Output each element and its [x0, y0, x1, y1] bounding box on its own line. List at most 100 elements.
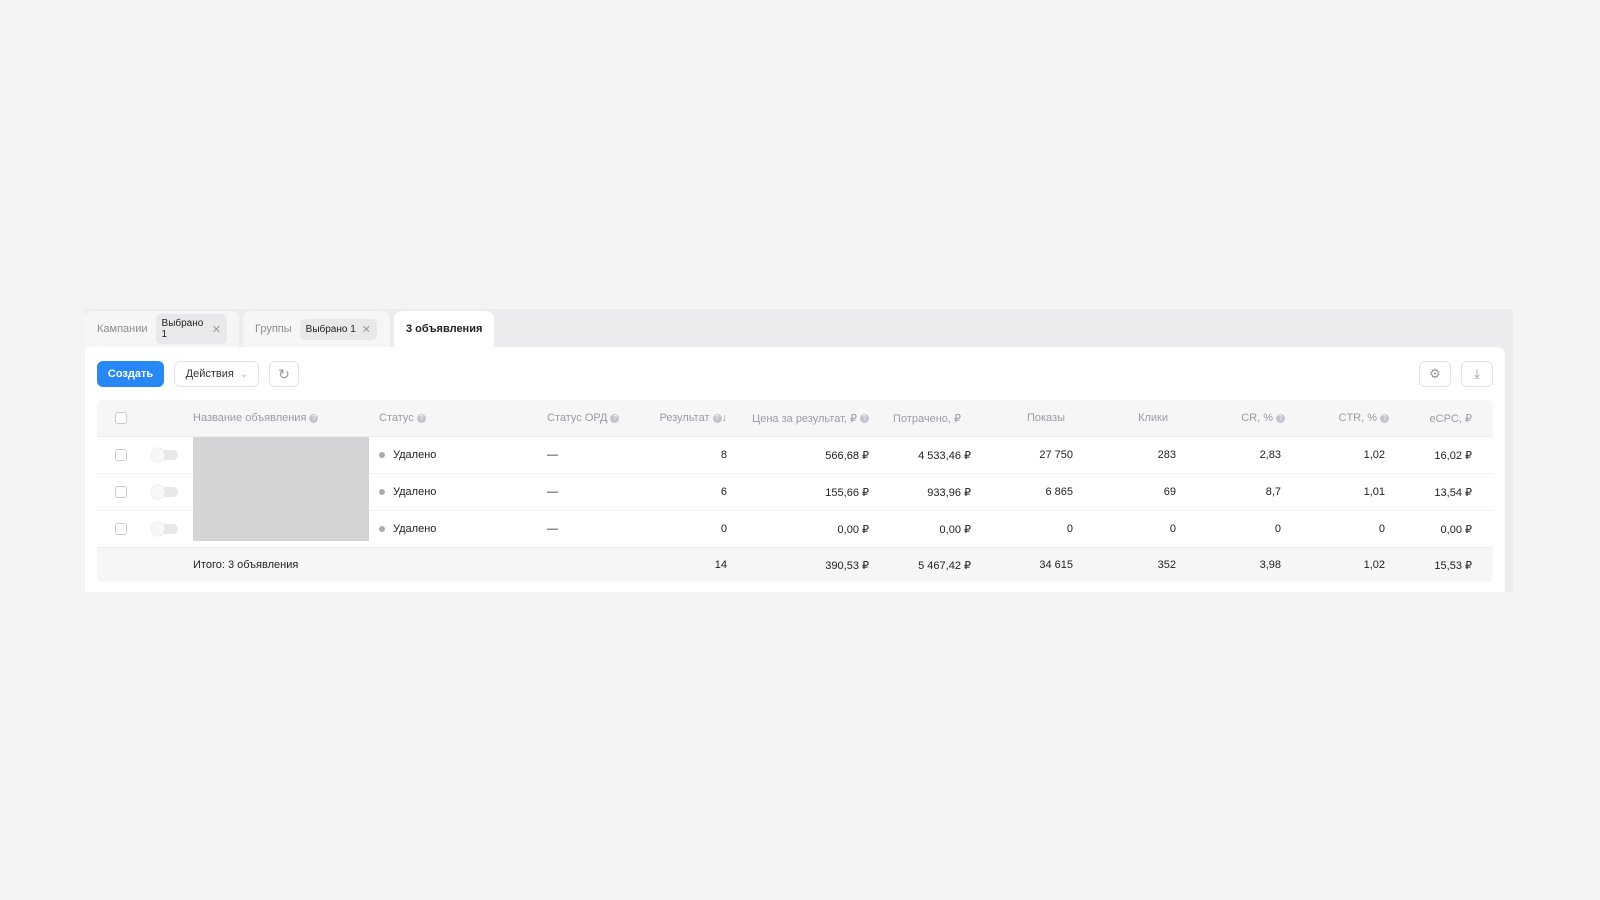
cell-ctr: 0: [1378, 523, 1385, 535]
settings-button[interactable]: ⚙: [1419, 361, 1451, 387]
col-spent[interactable]: Потрачено, ₽: [893, 400, 961, 436]
help-icon[interactable]: ?: [860, 413, 869, 423]
row-checkbox[interactable]: [115, 523, 127, 535]
cell-clicks: 283: [1157, 449, 1176, 461]
col-label: Показы: [1026, 412, 1065, 424]
tab-label: Группы: [255, 323, 292, 335]
col-label: eCPC, ₽: [1429, 412, 1472, 425]
refresh-icon: ↻: [278, 365, 290, 382]
col-label: CTR, %: [1338, 412, 1378, 424]
ads-panel: Кампании Выбрано 1 ✕ Группы Выбрано 1 ✕ 3 об…: [85, 309, 1513, 592]
download-icon: ⤓: [1474, 366, 1480, 381]
ad-preview-image[interactable]: [193, 437, 369, 541]
chip-label: Выбрано 1: [305, 323, 356, 335]
ord-status: —: [547, 449, 558, 461]
col-status[interactable]: Статус?: [379, 400, 426, 436]
help-icon[interactable]: ?: [610, 413, 620, 423]
sort-desc-icon: ↓: [721, 412, 728, 424]
ads-table: Название объявления? Статус? Статус ОРД?…: [97, 400, 1493, 582]
status-dot-icon: [379, 452, 385, 458]
total-ecpc: 15,53 ₽: [1434, 559, 1472, 572]
cell-shows: 6 865: [1045, 486, 1073, 498]
cell-cr: 0: [1274, 523, 1281, 535]
col-price[interactable]: Цена за результат, ₽?: [752, 400, 869, 436]
row-checkbox[interactable]: [115, 449, 127, 461]
download-button[interactable]: ⤓: [1461, 361, 1493, 387]
col-ord[interactable]: Статус ОРД?: [547, 400, 620, 436]
cell-ecpc: 16,02 ₽: [1434, 449, 1472, 462]
total-price: 390,53 ₽: [825, 559, 869, 572]
total-shows: 34 615: [1039, 559, 1073, 571]
row-checkbox[interactable]: [115, 486, 127, 498]
col-clicks[interactable]: Клики: [1138, 400, 1168, 436]
col-name[interactable]: Название объявления?: [193, 400, 319, 436]
help-icon[interactable]: ?: [416, 413, 426, 423]
tab-campaigns[interactable]: Кампании Выбрано 1 ✕: [85, 311, 239, 347]
select-all-checkbox[interactable]: [115, 412, 127, 424]
status-dot-icon: [379, 526, 385, 532]
cell-clicks: 0: [1169, 523, 1176, 535]
selected-chip: Выбрано 1 ✕: [299, 318, 378, 340]
col-label: Цена за результат, ₽: [752, 412, 857, 425]
tab-groups[interactable]: Группы Выбрано 1 ✕: [243, 311, 390, 347]
col-cr[interactable]: CR, %?: [1241, 400, 1285, 436]
actions-label: Действия: [185, 368, 234, 380]
row-toggle[interactable]: [151, 485, 178, 499]
cell-result: 0: [720, 523, 727, 535]
cell-shows: 0: [1066, 523, 1073, 535]
total-spent: 5 467,42 ₽: [918, 559, 971, 572]
gear-icon: ⚙: [1429, 366, 1441, 381]
tab-ads[interactable]: 3 объявления: [394, 311, 495, 347]
cell-ctr: 1,02: [1363, 449, 1385, 461]
close-icon[interactable]: ✕: [212, 323, 221, 336]
status-dot-icon: [379, 489, 385, 495]
cell-ecpc: 13,54 ₽: [1434, 486, 1472, 499]
ads-card: Создать Действия ⌄ ↻ ⚙ ⤓ Название объявле…: [85, 347, 1505, 592]
cell-shows: 27 750: [1039, 449, 1073, 461]
cell-spent: 4 533,46 ₽: [918, 449, 971, 462]
col-result[interactable]: Результат? ↓: [659, 400, 727, 436]
create-button[interactable]: Создать: [97, 361, 164, 387]
col-ctr[interactable]: CTR, %?: [1338, 400, 1389, 436]
total-result: 14: [714, 559, 727, 571]
tab-label: Кампании: [97, 323, 148, 335]
total-clicks: 352: [1157, 559, 1176, 571]
total-ctr: 1,02: [1363, 559, 1385, 571]
help-icon[interactable]: ?: [1276, 413, 1285, 423]
tab-bar: Кампании Выбрано 1 ✕ Группы Выбрано 1 ✕ 3 об…: [85, 311, 495, 347]
cell-price: 566,68 ₽: [825, 449, 869, 462]
status-text: Удалено: [393, 449, 437, 461]
actions-dropdown[interactable]: Действия ⌄: [174, 361, 259, 387]
cell-spent: 0,00 ₽: [939, 523, 971, 536]
col-label: Потрачено, ₽: [893, 412, 961, 425]
row-toggle[interactable]: [151, 448, 178, 462]
toolbar: Создать Действия ⌄ ↻ ⚙ ⤓: [97, 361, 1493, 387]
col-label: Клики: [1138, 412, 1168, 424]
chevron-down-icon: ⌄: [239, 368, 248, 379]
cell-cr: 8,7: [1265, 486, 1281, 498]
col-ecpc[interactable]: eCPC, ₽: [1430, 400, 1472, 436]
refresh-button[interactable]: ↻: [269, 361, 299, 387]
ord-status: —: [547, 486, 558, 498]
total-row: Итого: 3 объявления 14 390,53 ₽ 5 467,42…: [97, 548, 1493, 582]
ord-status: —: [547, 523, 558, 535]
cell-ecpc: 0,00 ₽: [1440, 523, 1472, 536]
chip-label: Выбрано 1: [161, 318, 204, 340]
col-label: Результат: [659, 412, 710, 424]
row-toggle[interactable]: [151, 522, 178, 536]
total-label: Итого: 3 объявления: [193, 559, 299, 571]
help-icon[interactable]: ?: [712, 413, 722, 423]
cell-ctr: 1,01: [1363, 486, 1385, 498]
col-shows[interactable]: Показы: [1027, 400, 1065, 436]
col-label: CR, %: [1241, 412, 1273, 424]
selected-chip: Выбрано 1 ✕: [155, 314, 227, 344]
status-text: Удалено: [393, 486, 437, 498]
close-icon[interactable]: ✕: [362, 323, 371, 336]
cell-result: 8: [720, 449, 727, 461]
help-icon[interactable]: ?: [1380, 413, 1389, 423]
cell-price: 155,66 ₽: [825, 486, 869, 499]
tab-label: 3 объявления: [406, 323, 483, 335]
status-text: Удалено: [393, 523, 437, 535]
help-icon[interactable]: ?: [309, 413, 319, 423]
col-label: Статус: [379, 412, 414, 424]
